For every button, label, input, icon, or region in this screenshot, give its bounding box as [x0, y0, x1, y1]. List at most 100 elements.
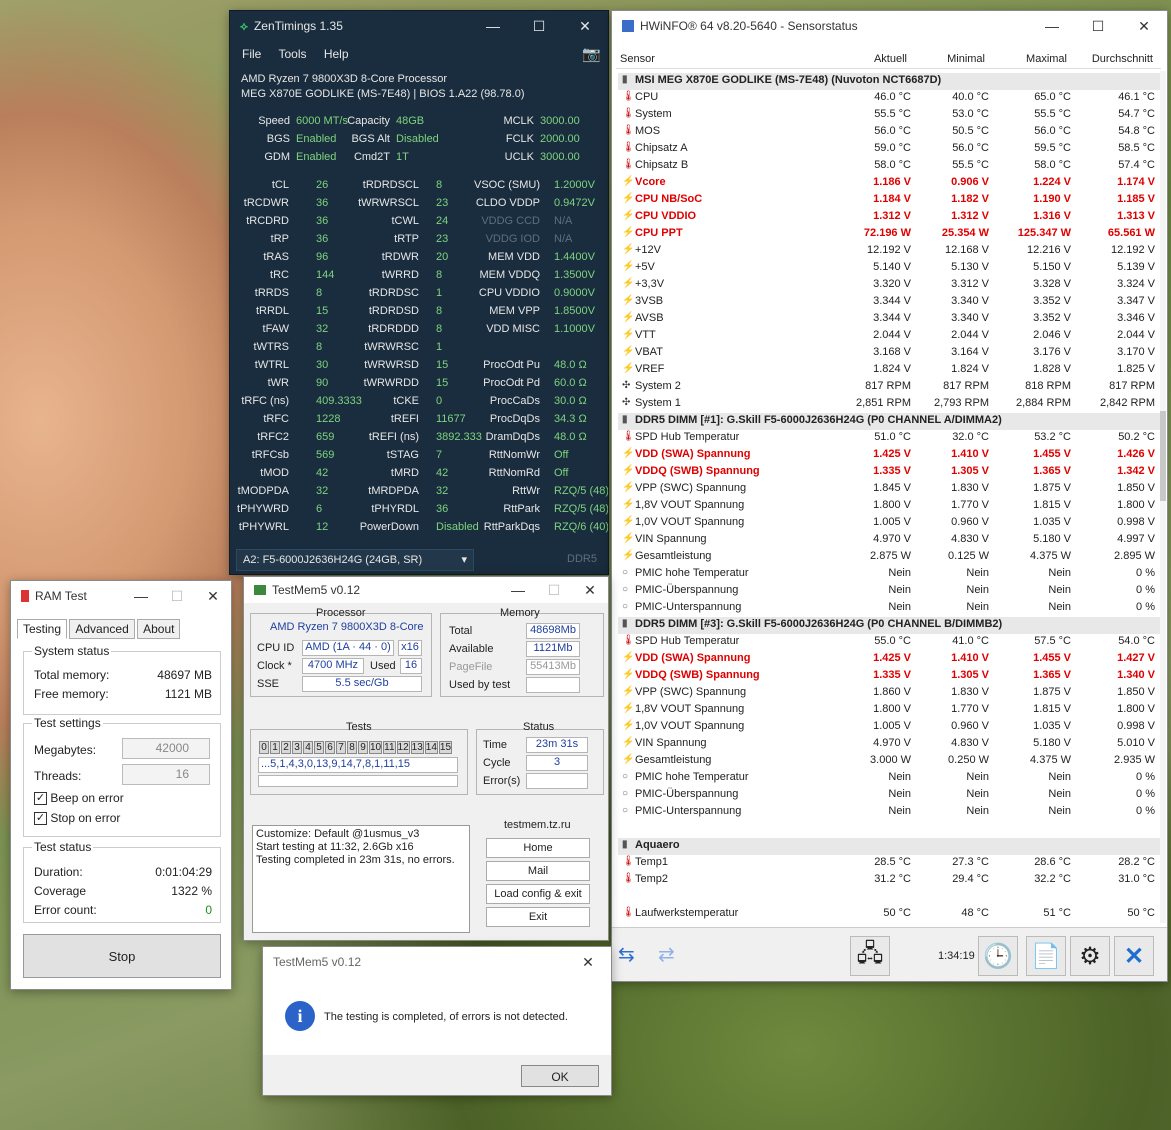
stop-button[interactable]: Stop: [23, 934, 221, 978]
ramtest-titlebar[interactable]: RAM Test — ☐ ✕: [11, 581, 231, 611]
exit-button[interactable]: Exit: [486, 907, 590, 927]
sensor-row[interactable]: 🌡 CPU 46.0 °C 40.0 °C 65.0 °C 46.1 °C: [618, 90, 1161, 107]
threads-input[interactable]: 16: [122, 764, 210, 785]
maximize-button[interactable]: ☐: [536, 577, 572, 603]
sensor-row[interactable]: ⚡ VDDQ (SWB) Spannung 1.335 V 1.305 V 1.365 …: [618, 464, 1161, 481]
sensor-row[interactable]: 🌡 System 55.5 °C 53.0 °C 55.5 °C 54.7 °C: [618, 107, 1161, 124]
sensor-row[interactable]: ⚡ VPP (SWC) Spannung 1.860 V 1.830 V 1.875 V…: [618, 685, 1161, 702]
sensor-group-header[interactable]: ▮ DDR5 DIMM [#1]: G.Skill F5-6000J2636H24…: [618, 413, 1161, 430]
megabytes-input[interactable]: 42000: [122, 738, 210, 759]
maximize-button[interactable]: ☐: [159, 581, 195, 611]
close-button[interactable]: ✕: [195, 581, 231, 611]
sensor-row[interactable]: ⚡ VIN Spannung 4.970 V 4.830 V 5.180 V 4.997 …: [618, 532, 1161, 549]
sensor-row[interactable]: ⚡ 1,8V VOUT Spannung 1.800 V 1.770 V 1.815 V…: [618, 702, 1161, 719]
sensor-row[interactable]: 🌡 Chipsatz B 58.0 °C 55.5 °C 58.0 °C 57.4 °C: [618, 158, 1161, 175]
minimize-button[interactable]: —: [123, 581, 159, 611]
close-button[interactable]: ✕: [1121, 11, 1167, 41]
close-button[interactable]: ✕: [565, 947, 611, 977]
gear-icon[interactable]: ⚙: [1070, 936, 1110, 976]
arrows-left-right-icon[interactable]: ⇆: [618, 942, 635, 967]
menu-file[interactable]: File: [242, 47, 261, 61]
sensor-row[interactable]: ⚡ AVSB 3.344 V 3.340 V 3.352 V 3.346 V: [618, 311, 1161, 328]
report-add-icon[interactable]: 📄: [1026, 936, 1066, 976]
sensor-row[interactable]: ✣ System 2 817 RPM 817 RPM 818 RPM 817 RPM: [618, 379, 1161, 396]
clock-icon[interactable]: 🕒: [978, 936, 1018, 976]
sensor-row[interactable]: 🌡 Chipsatz A 59.0 °C 56.0 °C 59.5 °C 58.5 °C: [618, 141, 1161, 158]
sensor-row[interactable]: ⚡ Gesamtleistung 3.000 W 0.250 W 4.375 W 2.93…: [618, 753, 1161, 770]
zentimings-titlebar[interactable]: ⟡ ZenTimings 1.35 — ☐ ✕: [230, 11, 608, 41]
sensor-row[interactable]: ○ PMIC hohe Temperatur Nein Nein Nein 0 %: [618, 770, 1161, 787]
sensor-row[interactable]: ⚡ CPU PPT 72.196 W 25.354 W 125.347 W 65.561 …: [618, 226, 1161, 243]
network-icon[interactable]: 🖧: [850, 936, 890, 976]
maximize-button[interactable]: ☐: [516, 11, 562, 41]
sensor-row[interactable]: ○ PMIC-Unterspannung Nein Nein Nein 0 %: [618, 600, 1161, 617]
sensor-row[interactable]: ⚡ VDDQ (SWB) Spannung 1.335 V 1.305 V 1.365 …: [618, 668, 1161, 685]
sensor-row[interactable]: ○ PMIC hohe Temperatur Nein Nein Nein 0 %: [618, 566, 1161, 583]
tab-advanced[interactable]: Advanced: [69, 619, 135, 639]
col-maximal[interactable]: Maximal: [1026, 53, 1067, 65]
log-output[interactable]: Customize: Default @1usmus_v3 Start test…: [252, 825, 470, 933]
minimize-button[interactable]: —: [470, 11, 516, 41]
close-button[interactable]: ✕: [562, 11, 608, 41]
sensor-row[interactable]: 🌡 SPD Hub Temperatur 51.0 °C 32.0 °C 53.2 °C…: [618, 430, 1161, 447]
sensor-row[interactable]: ⚡ 1,8V VOUT Spannung 1.800 V 1.770 V 1.815 V…: [618, 498, 1161, 515]
collapse-arrows-icon[interactable]: ⇄: [658, 942, 675, 967]
tab-about[interactable]: About: [137, 619, 181, 639]
sensor-row[interactable]: 🌡 MOS 56.0 °C 50.5 °C 56.0 °C 54.8 °C: [618, 124, 1161, 141]
used-by-test: [526, 677, 580, 693]
sensor-row[interactable]: 🌡 Temp2 31.2 °C 29.4 °C 32.2 °C 31.0 °C: [618, 872, 1161, 889]
col-aktuell[interactable]: Aktuell: [874, 53, 907, 65]
sensor-group-header[interactable]: ▮ MSI MEG X870E GODLIKE (MS-7E48) (Nuvoto…: [618, 73, 1161, 90]
sensor-row[interactable]: ⚡ 1,0V VOUT Spannung 1.005 V 0.960 V 1.035 V…: [618, 515, 1161, 532]
menu-tools[interactable]: Tools: [278, 47, 306, 61]
menu-help[interactable]: Help: [324, 47, 349, 61]
sensor-row[interactable]: 🌡 Temp1 28.5 °C 27.3 °C 28.6 °C 28.2 °C: [618, 855, 1161, 872]
load-config-exit-button[interactable]: Load config & exit: [486, 884, 590, 904]
sensor-row[interactable]: ⚡ +3,3V 3.320 V 3.312 V 3.328 V 3.324 V: [618, 277, 1161, 294]
sensor-row[interactable]: ○ PMIC-Überspannung Nein Nein Nein 0 %: [618, 787, 1161, 804]
ok-button[interactable]: OK: [521, 1065, 599, 1087]
sensor-row[interactable]: ⚡ 1,0V VOUT Spannung 1.005 V 0.960 V 1.035 V…: [618, 719, 1161, 736]
hwinfo-titlebar[interactable]: HWiNFO® 64 v8.20-5640 - Sensorstatus — ☐…: [612, 11, 1167, 41]
stop-on-error-checkbox[interactable]: ✓ Stop on error: [34, 811, 120, 826]
col-durchschnitt[interactable]: Durchschnitt: [1092, 53, 1153, 65]
sensor-row[interactable]: ⚡ VBAT 3.168 V 3.164 V 3.176 V 3.170 V: [618, 345, 1161, 362]
sensor-row[interactable]: ⚡ Gesamtleistung 2.875 W 0.125 W 4.375 W 2.89…: [618, 549, 1161, 566]
sensor-row[interactable]: 🌡 Laufwerkstemperatur 50 °C 48 °C 51 °C 50 °C: [618, 906, 1161, 923]
sensor-row[interactable]: ○ PMIC-Überspannung Nein Nein Nein 0 %: [618, 583, 1161, 600]
sensor-value: 1.335 V: [873, 669, 911, 681]
module-select[interactable]: A2: F5-6000J2636H24G (24GB, SR) ▾: [236, 549, 474, 571]
sensor-row[interactable]: ⚡ VREF 1.824 V 1.824 V 1.828 V 1.825 V: [618, 362, 1161, 379]
testmem5-titlebar[interactable]: TestMem5 v0.12 — ☐ ✕: [244, 577, 608, 603]
sensor-row[interactable]: ⚡ VDD (SWA) Spannung 1.425 V 1.410 V 1.455 V…: [618, 447, 1161, 464]
sensor-row[interactable]: ○ PMIC-Unterspannung Nein Nein Nein 0 %: [618, 804, 1161, 821]
sensor-row[interactable]: ✣ System 1 2,851 RPM 2,793 RPM 2,884 RPM 2,84…: [618, 396, 1161, 413]
camera-icon[interactable]: 📷: [582, 45, 601, 63]
minimize-button[interactable]: —: [1029, 11, 1075, 41]
home-button[interactable]: Home: [486, 838, 590, 858]
tab-testing[interactable]: Testing: [17, 619, 68, 639]
sensor-group-header[interactable]: ▮ Aquaero: [618, 838, 1161, 855]
sensor-row[interactable]: ⚡ +12V 12.192 V 12.168 V 12.216 V 12.192 V: [618, 243, 1161, 260]
sensor-group-header[interactable]: ▮ DDR5 DIMM [#3]: G.Skill F5-6000J2636H24…: [618, 617, 1161, 634]
col-sensor[interactable]: Sensor: [620, 53, 655, 65]
maximize-button[interactable]: ☐: [1075, 11, 1121, 41]
scrollbar[interactable]: [1160, 71, 1166, 923]
dialog-titlebar[interactable]: TestMem5 v0.12 ✕: [263, 947, 611, 977]
sensor-row[interactable]: ⚡ Vcore 1.186 V 0.906 V 1.224 V 1.174 V: [618, 175, 1161, 192]
sensor-row[interactable]: ⚡ +5V 5.140 V 5.130 V 5.150 V 5.139 V: [618, 260, 1161, 277]
minimize-button[interactable]: —: [500, 577, 536, 603]
sensor-row[interactable]: ⚡ CPU NB/SoC 1.184 V 1.182 V 1.190 V 1.185 V: [618, 192, 1161, 209]
sensor-row[interactable]: ⚡ VPP (SWC) Spannung 1.845 V 1.830 V 1.875 V…: [618, 481, 1161, 498]
sensor-row[interactable]: ⚡ VDD (SWA) Spannung 1.425 V 1.410 V 1.455 V…: [618, 651, 1161, 668]
sensor-row[interactable]: ⚡ VIN Spannung 4.970 V 4.830 V 5.180 V 5.010 …: [618, 736, 1161, 753]
beep-checkbox[interactable]: ✓ Beep on error: [34, 791, 124, 806]
close-icon[interactable]: ✕: [1114, 936, 1154, 976]
mail-button[interactable]: Mail: [486, 861, 590, 881]
sensor-row[interactable]: ⚡ 3VSB 3.344 V 3.340 V 3.352 V 3.347 V: [618, 294, 1161, 311]
sensor-row[interactable]: ⚡ CPU VDDIO 1.312 V 1.312 V 1.316 V 1.313 V: [618, 209, 1161, 226]
sensor-row[interactable]: 🌡 SPD Hub Temperatur 55.0 °C 41.0 °C 57.5 °C…: [618, 634, 1161, 651]
col-minimal[interactable]: Minimal: [947, 53, 985, 65]
close-button[interactable]: ✕: [572, 577, 608, 603]
sensor-row[interactable]: ⚡ VTT 2.044 V 2.044 V 2.046 V 2.044 V: [618, 328, 1161, 345]
